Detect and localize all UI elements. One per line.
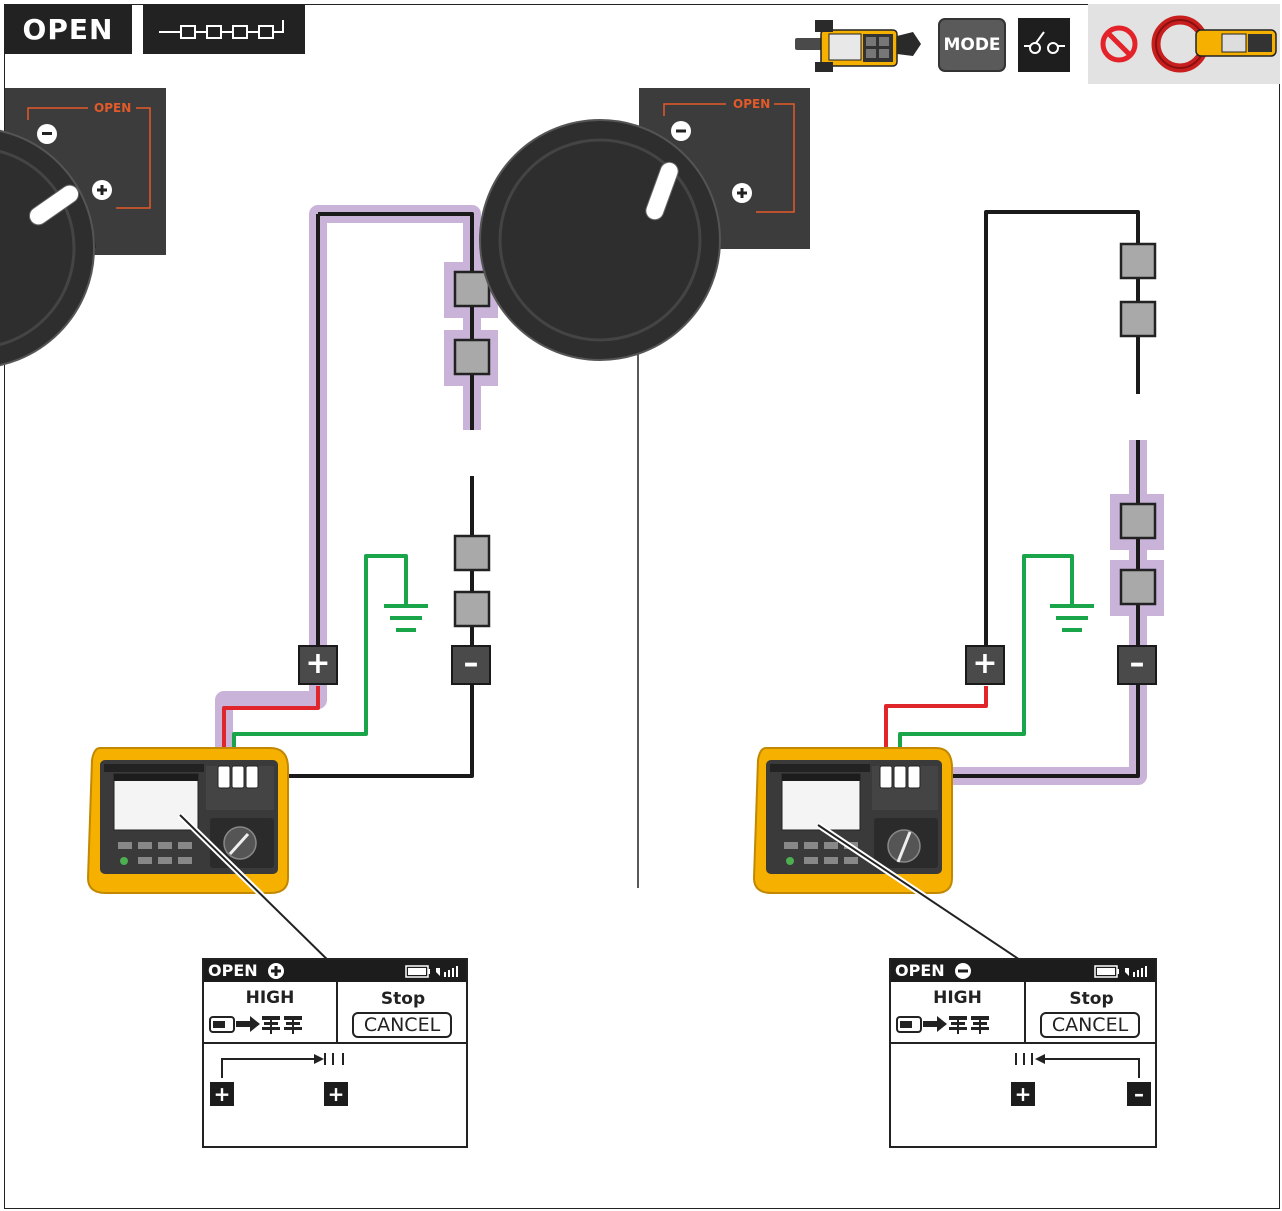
display-detail-right: OPEN HIGH Stop CANCEL + – xyxy=(889,958,1157,1148)
display-header: OPEN xyxy=(891,960,1155,982)
stop-label: Stop xyxy=(380,989,426,1009)
meter-to-array-icon xyxy=(209,1016,302,1034)
stop-label: Stop xyxy=(1069,989,1114,1009)
display-header-icons xyxy=(268,963,458,979)
dial-open-label-left: OPEN xyxy=(94,101,132,115)
insulation-tester-right xyxy=(752,747,953,894)
high-label: HIGH xyxy=(933,988,982,1008)
display-terminal-plus-ground: + xyxy=(324,1082,348,1106)
plus-terminal-left: + xyxy=(298,645,338,685)
plus-circle-icon xyxy=(268,963,284,979)
display-terminal-plus-ground: + xyxy=(1011,1082,1035,1106)
rotary-dial-right xyxy=(479,88,810,361)
minus-circle-icon xyxy=(955,963,971,979)
signal-icon xyxy=(1125,966,1147,977)
display-terminal-plus: + xyxy=(210,1082,234,1106)
rotary-dial-left xyxy=(0,88,166,367)
signal-icon xyxy=(436,966,458,977)
high-label: HIGH xyxy=(245,988,295,1008)
cancel-label: CANCEL xyxy=(1040,1012,1140,1038)
dial-open-label-right: OPEN xyxy=(733,97,771,111)
display-detail-left: OPEN HIGH Stop CANCEL + + xyxy=(202,958,468,1148)
cancel-label: CANCEL xyxy=(352,1012,452,1038)
display-header: OPEN xyxy=(204,960,466,982)
battery-icon xyxy=(405,965,430,978)
display-terminal-minus: – xyxy=(1127,1082,1151,1106)
minus-terminal-right: – xyxy=(1117,645,1157,685)
meter-to-array-icon xyxy=(896,1016,989,1034)
display-header-icons xyxy=(955,963,1147,979)
battery-icon xyxy=(1094,965,1119,978)
minus-terminal-left: – xyxy=(451,645,491,685)
plus-terminal-right: + xyxy=(965,645,1005,685)
